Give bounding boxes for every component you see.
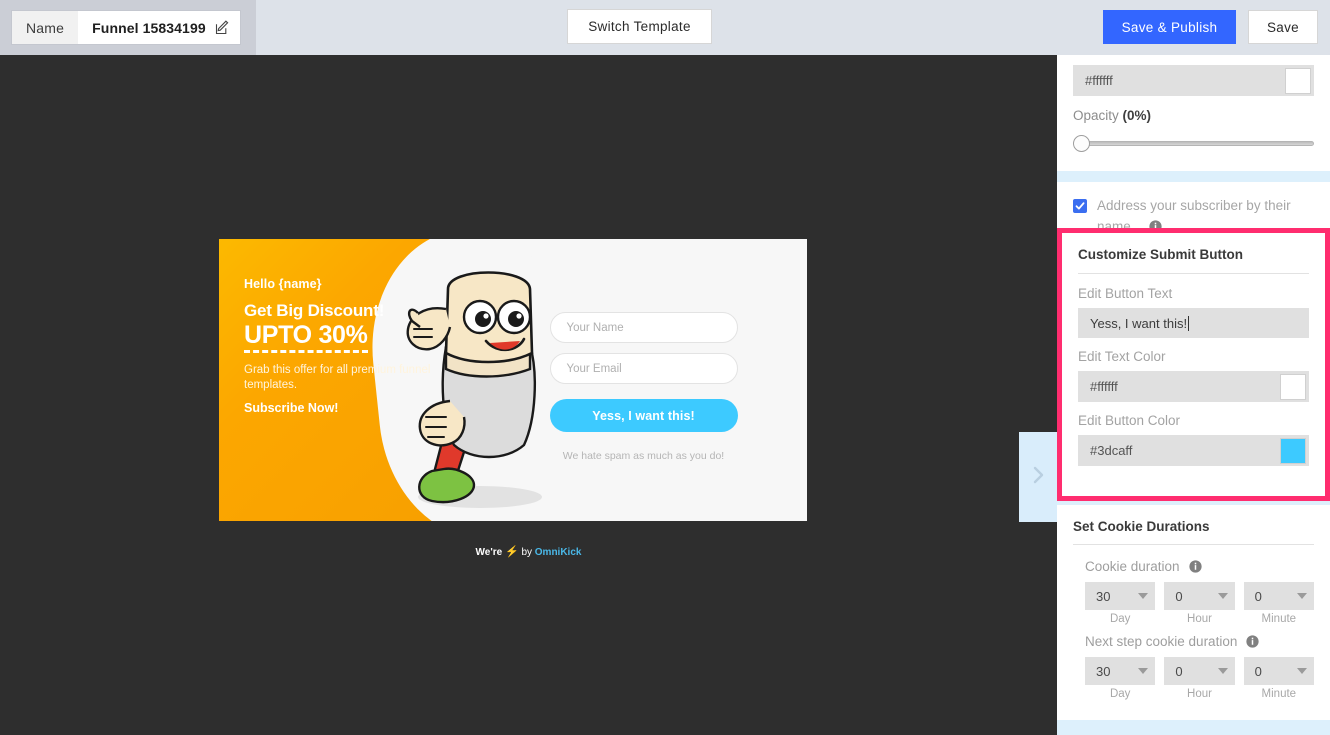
bolt-icon: ⚡ [504, 546, 519, 558]
next-step-label-text: Next step cookie duration [1085, 634, 1238, 649]
cookie-duration-day-value: 30 [1096, 588, 1111, 604]
panel-collapse-handle[interactable] [1019, 432, 1057, 522]
next-step-cookie-duration-label: Next step cookie duration [1073, 634, 1314, 649]
cookie-duration-minute: 0 Minute [1243, 582, 1314, 625]
settings-sidebar: #ffffff Opacity (0%) Address your subscr… [1057, 55, 1330, 735]
brand-by: by [521, 547, 532, 558]
next-step-selects: 30 Day 0 Hour 0 Minute [1073, 657, 1314, 700]
popup-preview[interactable]: Hello {name} Get Big Discount! UPTO 30% … [219, 239, 807, 521]
next-step-day-caption: Day [1109, 688, 1131, 700]
next-step-day-value: 30 [1096, 663, 1111, 679]
next-step-hour-select[interactable]: 0 [1164, 657, 1235, 685]
next-step-hour-caption: Hour [1187, 688, 1212, 700]
cookie-duration-minute-select[interactable]: 0 [1243, 582, 1314, 610]
cookie-duration-hour-select[interactable]: 0 [1164, 582, 1235, 610]
edit-text-color-value: #ffffff [1090, 379, 1118, 394]
edit-text-color-field[interactable]: #ffffff [1078, 371, 1309, 402]
opacity-label-text: Opacity [1073, 108, 1119, 123]
customize-submit-button-section: Customize Submit Button Edit Button Text… [1057, 228, 1330, 501]
edit-text-color-label: Edit Text Color [1078, 349, 1166, 364]
cookie-durations-title: Set Cookie Durations [1073, 519, 1210, 534]
chevron-down-icon [1217, 668, 1228, 674]
cookie-duration-day-caption: Day [1109, 613, 1131, 625]
opacity-slider-track[interactable] [1079, 141, 1314, 146]
switch-template-button[interactable]: Switch Template [567, 9, 712, 44]
section-divider [1073, 544, 1314, 545]
app-root: Name Funnel 15834199 Switch Template Sav… [0, 0, 1330, 735]
next-step-hour: 0 Hour [1164, 657, 1235, 700]
edit-text-color-swatch[interactable] [1280, 373, 1306, 400]
next-step-day-select[interactable]: 30 [1085, 657, 1156, 685]
section-divider [1078, 273, 1309, 274]
cookie-duration-minute-value: 0 [1254, 588, 1262, 604]
chevron-down-icon [1138, 668, 1149, 674]
brand-credit-line: We're ⚡ by OmniKick [0, 545, 1057, 558]
funnel-name-box[interactable]: Funnel 15834199 [78, 11, 240, 44]
info-icon[interactable] [1246, 634, 1259, 649]
background-color-card: #ffffff Opacity (0%) [1057, 55, 1330, 171]
edit-button-color-label: Edit Button Color [1078, 413, 1181, 428]
background-color-swatch[interactable] [1285, 67, 1311, 94]
edit-button-color-swatch[interactable] [1280, 437, 1306, 464]
info-icon[interactable] [1188, 559, 1202, 574]
next-step-minute-value: 0 [1254, 663, 1262, 679]
customize-submit-title: Customize Submit Button [1078, 247, 1243, 262]
popup-spam-note: We hate spam as much as you do! [562, 450, 725, 462]
editor-canvas: Hello {name} Get Big Discount! UPTO 30% … [0, 55, 1057, 735]
chevron-down-icon [1296, 668, 1307, 674]
edit-pencil-icon[interactable] [214, 19, 230, 36]
background-color-field[interactable]: #ffffff [1073, 65, 1314, 96]
save-button[interactable]: Save [1248, 10, 1318, 44]
chevron-down-icon [1217, 593, 1228, 599]
brand-prefix: We're [475, 547, 503, 558]
edit-button-color-field[interactable]: #3dcaff [1078, 435, 1309, 466]
cookie-duration-hour: 0 Hour [1164, 582, 1235, 625]
cookie-duration-label: Cookie duration [1073, 559, 1314, 574]
next-step-minute-select[interactable]: 0 [1243, 657, 1314, 685]
cookie-duration-label-text: Cookie duration [1085, 559, 1180, 574]
cookie-duration-minute-caption: Minute [1261, 613, 1297, 625]
edit-button-text-value: Yess, I want this! [1090, 315, 1188, 331]
next-step-hour-value: 0 [1175, 663, 1183, 679]
cookie-duration-selects: 30 Day 0 Hour 0 Minute [1073, 582, 1314, 625]
name-label: Name [12, 11, 79, 44]
address-subscriber-checkbox[interactable] [1073, 199, 1087, 213]
edit-button-color-value: #3dcaff [1090, 443, 1133, 458]
opacity-slider[interactable] [1073, 131, 1314, 155]
cookie-duration-day-select[interactable]: 30 [1085, 582, 1156, 610]
next-step-day: 30 Day [1085, 657, 1156, 700]
edit-button-text-label: Edit Button Text [1078, 286, 1173, 301]
background-color-value: #ffffff [1085, 73, 1113, 88]
top-bar: Name Funnel 15834199 Switch Template Sav… [0, 0, 1330, 55]
cookie-durations-card: Set Cookie Durations Cookie duration 30 … [1057, 505, 1330, 720]
popup-upto-text: UPTO 30% [244, 321, 368, 353]
edit-button-text-input[interactable]: Yess, I want this! [1078, 308, 1309, 338]
mascot-illustration [406, 271, 542, 508]
chevron-down-icon [1138, 593, 1149, 599]
brand-name-link[interactable]: OmniKick [535, 547, 582, 558]
next-step-minute: 0 Minute [1243, 657, 1314, 700]
funnel-name-group: Name Funnel 15834199 [12, 11, 240, 44]
text-caret [1188, 315, 1190, 331]
opacity-label: Opacity (0%) [1073, 108, 1314, 123]
cookie-duration-hour-value: 0 [1175, 588, 1183, 604]
funnel-name-text: Funnel 15834199 [92, 19, 206, 36]
cookie-duration-day: 30 Day [1085, 582, 1156, 625]
opacity-slider-thumb[interactable] [1073, 135, 1090, 152]
chevron-down-icon [1296, 593, 1307, 599]
cookie-duration-hour-caption: Hour [1187, 613, 1212, 625]
chevron-right-icon [1030, 463, 1046, 492]
save-and-publish-button[interactable]: Save & Publish [1103, 10, 1236, 44]
opacity-value: (0%) [1122, 108, 1152, 123]
next-step-minute-caption: Minute [1261, 688, 1297, 700]
